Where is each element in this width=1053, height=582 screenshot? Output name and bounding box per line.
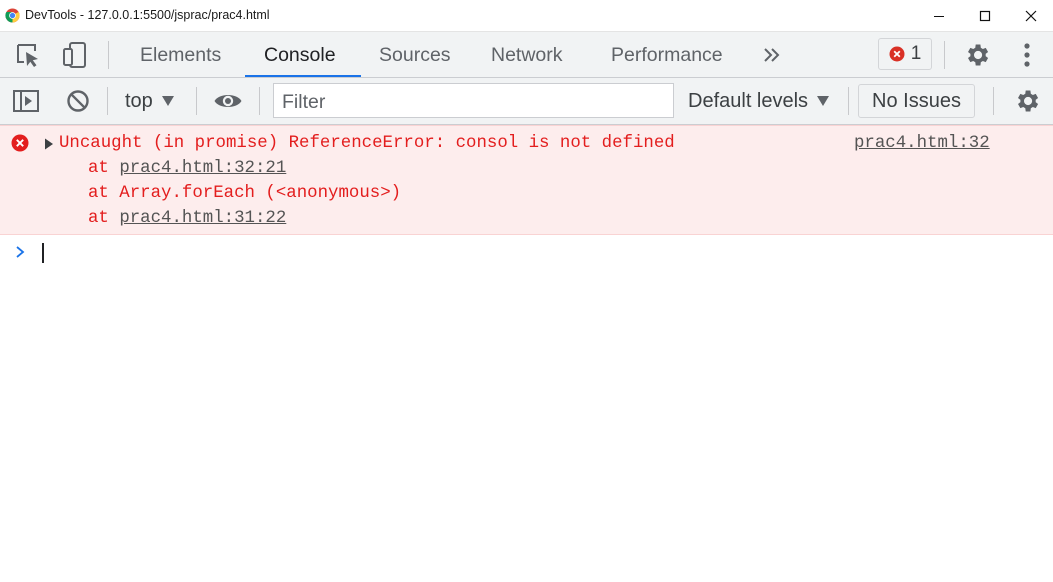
error-icon	[11, 134, 29, 152]
text-caret	[42, 243, 44, 263]
minimize-icon	[934, 15, 944, 17]
stack-frame: at prac4.html:31:22	[88, 209, 286, 229]
stack-frame-prefix: at	[88, 159, 120, 178]
devtools-tab-bar: Elements Console Sources Network Perform…	[0, 32, 1053, 78]
minimize-button[interactable]	[916, 0, 962, 31]
error-count: 1	[910, 43, 922, 64]
sidebar-toggle-icon	[13, 90, 39, 112]
toolbar-divider	[848, 87, 849, 115]
triangle-down-icon	[161, 96, 174, 106]
tab-console[interactable]: Console	[264, 32, 336, 78]
console-input[interactable]	[46, 242, 1036, 266]
stack-frame: at prac4.html:32:21	[88, 159, 286, 179]
stack-frame-link[interactable]: prac4.html:32:21	[119, 159, 286, 178]
toolbar-divider	[107, 87, 108, 115]
customize-devtools-button[interactable]	[1013, 40, 1041, 70]
inspect-element-button[interactable]	[14, 41, 44, 69]
toolbar-divider	[944, 41, 945, 69]
tab-sources[interactable]: Sources	[379, 32, 451, 78]
window-title: DevTools - 127.0.0.1:5500/jsprac/prac4.h…	[25, 8, 270, 22]
tab-network[interactable]: Network	[491, 32, 563, 78]
error-text: Uncaught (in promise) ReferenceError: co…	[59, 134, 675, 153]
console-settings-button[interactable]	[1011, 86, 1043, 116]
vertical-dots-icon	[1024, 43, 1030, 67]
toolbar-divider	[196, 87, 197, 115]
device-toolbar-button[interactable]	[60, 41, 90, 69]
console-error-message: Uncaught (in promise) ReferenceError: co…	[0, 125, 1053, 235]
inspect-element-icon	[17, 44, 38, 67]
more-tabs-button[interactable]	[761, 41, 783, 69]
close-window-button[interactable]	[1008, 0, 1053, 31]
stack-frame-link[interactable]: prac4.html:31:22	[119, 209, 286, 228]
log-levels-select[interactable]: Default levels	[688, 86, 830, 116]
error-icon	[889, 46, 905, 62]
context-value: top	[125, 89, 153, 112]
tab-performance[interactable]: Performance	[611, 32, 723, 78]
window-title-bar: DevTools - 127.0.0.1:5500/jsprac/prac4.h…	[0, 0, 1053, 32]
toolbar-divider	[993, 87, 994, 115]
chevron-right-icon	[16, 246, 25, 258]
show-console-sidebar-button[interactable]	[11, 87, 41, 115]
javascript-context-select[interactable]: top	[125, 86, 175, 116]
issues-button[interactable]: No Issues	[858, 84, 975, 118]
double-chevron-right-icon	[764, 48, 780, 62]
triangle-down-icon	[817, 96, 830, 106]
maximize-button[interactable]	[962, 0, 1008, 31]
gear-icon	[968, 44, 989, 66]
error-source-link[interactable]: prac4.html:32	[854, 134, 990, 154]
console-prompt[interactable]	[0, 236, 1053, 272]
chrome-logo-icon	[5, 8, 20, 23]
expand-triangle-icon[interactable]	[44, 138, 54, 150]
stack-frame: at Array.forEach (<anonymous>)	[88, 184, 401, 204]
device-toggle-icon	[63, 42, 86, 68]
toolbar-divider	[259, 87, 260, 115]
active-tab-indicator	[245, 75, 361, 77]
devtools-settings-button[interactable]	[961, 40, 993, 70]
close-icon	[1025, 10, 1037, 21]
block-icon	[67, 90, 89, 112]
error-counter-button[interactable]: 1	[878, 38, 932, 70]
gear-icon	[1018, 90, 1039, 112]
console-toolbar: top Default levels No Issues	[0, 78, 1053, 125]
filter-input[interactable]	[273, 83, 674, 118]
clear-console-button[interactable]	[63, 87, 93, 115]
stack-frame-prefix: at Array.forEach (<anonymous>)	[88, 184, 402, 203]
maximize-icon	[979, 10, 991, 21]
tab-elements[interactable]: Elements	[140, 32, 221, 78]
create-live-expression-button[interactable]	[212, 87, 244, 115]
log-levels-value: Default levels	[688, 89, 809, 112]
eye-icon	[214, 95, 242, 107]
stack-frame-prefix: at	[88, 209, 120, 228]
toolbar-divider	[108, 41, 109, 69]
